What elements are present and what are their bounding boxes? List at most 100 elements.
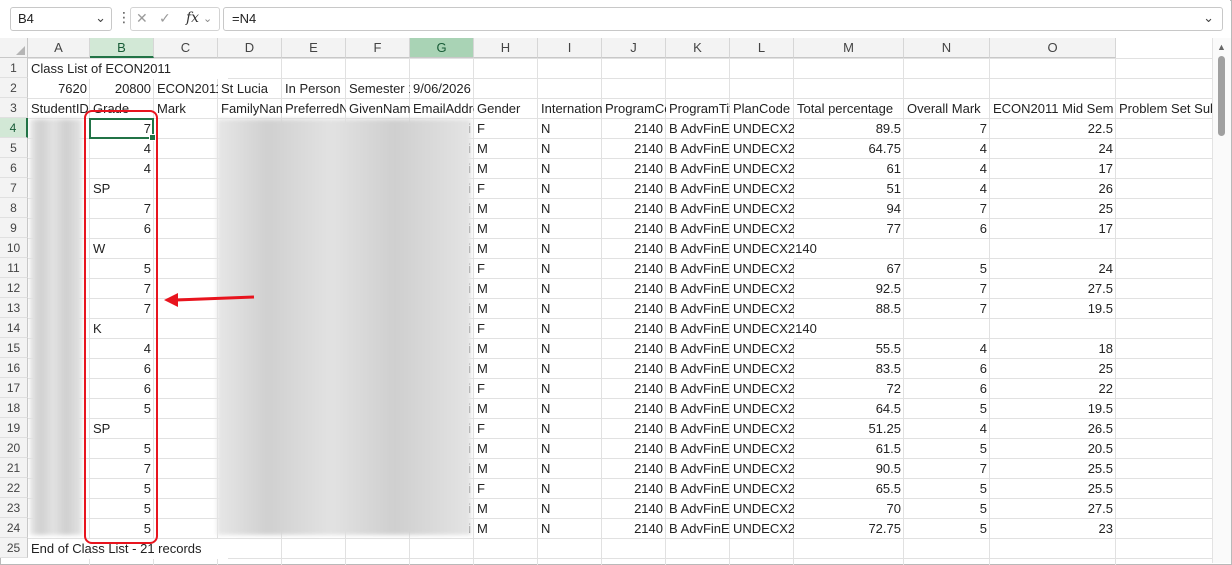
cell[interactable]: M <box>474 239 538 259</box>
column-header-n[interactable]: N <box>904 38 990 58</box>
cell[interactable]: UNDECX21 <box>730 199 794 219</box>
cell[interactable]: B AdvFinEc <box>666 239 730 259</box>
row-header-23[interactable]: 23 <box>0 498 28 518</box>
cell[interactable]: 4 <box>904 139 990 159</box>
cell[interactable]: N <box>538 259 602 279</box>
cell[interactable]: M <box>474 279 538 299</box>
cell[interactable]: 2140 <box>602 279 666 299</box>
cell[interactable]: 2140 <box>602 239 666 259</box>
column-title[interactable]: ProgramCode <box>602 99 666 119</box>
cell[interactable]: M <box>474 399 538 419</box>
cell[interactable]: 24 <box>990 139 1116 159</box>
cell[interactable]: 2140 <box>602 419 666 439</box>
cell[interactable]: F <box>474 259 538 279</box>
cell[interactable]: UNDECX21 <box>730 279 794 299</box>
row-header-9[interactable]: 9 <box>0 218 28 238</box>
vertical-scrollbar[interactable]: ▲ <box>1212 38 1231 563</box>
cell[interactable]: N <box>538 219 602 239</box>
cell[interactable]: 83.5 <box>794 359 904 379</box>
cell[interactable]: 5 <box>904 259 990 279</box>
row-header-6[interactable]: 6 <box>0 158 28 178</box>
cell[interactable]: N <box>538 319 602 339</box>
cell[interactable]: 67 <box>794 259 904 279</box>
cell[interactable]: B AdvFinEc <box>666 299 730 319</box>
cell[interactable]: 7 <box>904 119 990 139</box>
row-header-25[interactable]: 25 <box>0 538 28 558</box>
cell[interactable]: B AdvFinEc <box>666 319 730 339</box>
chevron-down-icon[interactable]: ⌄ <box>203 12 212 25</box>
cell[interactable]: M <box>474 499 538 519</box>
cell[interactable]: N <box>538 159 602 179</box>
cell[interactable]: 20.5 <box>990 439 1116 459</box>
column-header-j[interactable]: J <box>602 38 666 58</box>
cell[interactable]: 22 <box>990 379 1116 399</box>
column-title[interactable]: ProgramTitle <box>666 99 730 119</box>
column-header-f[interactable]: F <box>346 38 410 58</box>
column-title[interactable]: Overall Mark <box>904 99 990 119</box>
cell[interactable]: 6 <box>904 359 990 379</box>
column-title[interactable]: Problem Set Submission <box>1116 99 1212 119</box>
cell[interactable]: 26 <box>990 179 1116 199</box>
cell[interactable]: B AdvFinEc <box>666 499 730 519</box>
cell[interactable]: 27.5 <box>990 279 1116 299</box>
cell[interactable]: M <box>474 299 538 319</box>
cell[interactable]: N <box>538 459 602 479</box>
cell[interactable]: 17 <box>990 159 1116 179</box>
cell[interactable]: B AdvFinEc <box>666 259 730 279</box>
cell[interactable]: UNDECX21 <box>730 179 794 199</box>
column-title[interactable]: PreferredName <box>282 99 346 119</box>
cancel-icon[interactable]: ✕ <box>136 10 148 27</box>
cell[interactable]: St Lucia <box>218 79 282 99</box>
cell[interactable]: N <box>538 519 602 539</box>
cell[interactable]: 94 <box>794 199 904 219</box>
cell[interactable]: B AdvFinEc <box>666 399 730 419</box>
cell[interactable]: UNDECX21 <box>730 439 794 459</box>
cell[interactable]: B AdvFinEc <box>666 159 730 179</box>
row-header-15[interactable]: 15 <box>0 338 28 358</box>
cell[interactable]: 22.5 <box>990 119 1116 139</box>
cell[interactable]: N <box>538 119 602 139</box>
column-header-m[interactable]: M <box>794 38 904 58</box>
cell[interactable]: 89.5 <box>794 119 904 139</box>
column-header-b[interactable]: B <box>90 38 154 58</box>
title-cell[interactable]: Class List of ECON2011 <box>28 59 228 79</box>
cell[interactable]: 70 <box>794 499 904 519</box>
cell[interactable]: N <box>538 399 602 419</box>
cell[interactable]: 65.5 <box>794 479 904 499</box>
select-all-button[interactable] <box>0 38 28 58</box>
cell[interactable]: UNDECX21 <box>730 499 794 519</box>
cell[interactable]: 2140 <box>602 499 666 519</box>
cell[interactable]: 92.5 <box>794 279 904 299</box>
cell[interactable]: 2140 <box>602 319 666 339</box>
cell[interactable]: B AdvFinEc <box>666 119 730 139</box>
column-header-c[interactable]: C <box>154 38 218 58</box>
row-header-20[interactable]: 20 <box>0 438 28 458</box>
cell[interactable]: 23 <box>990 519 1116 539</box>
cell[interactable]: UNDECX21 <box>730 399 794 419</box>
cell[interactable]: UNDECX21 <box>730 299 794 319</box>
cell[interactable]: 2140 <box>602 199 666 219</box>
column-header-d[interactable]: D <box>218 38 282 58</box>
row-header-14[interactable]: 14 <box>0 318 28 338</box>
cell[interactable]: 9/06/2026 <box>410 79 474 99</box>
cell[interactable]: 2140 <box>602 159 666 179</box>
cell[interactable]: 90.5 <box>794 459 904 479</box>
column-header-h[interactable]: H <box>474 38 538 58</box>
chevron-down-icon[interactable]: ⌄ <box>95 10 106 26</box>
cell[interactable]: 2140 <box>602 339 666 359</box>
scrollbar-thumb[interactable] <box>1218 56 1225 136</box>
row-header-22[interactable]: 22 <box>0 478 28 498</box>
cell[interactable]: F <box>474 479 538 499</box>
row-header-21[interactable]: 21 <box>0 458 28 478</box>
row-header-8[interactable]: 8 <box>0 198 28 218</box>
cell[interactable]: F <box>474 379 538 399</box>
column-header-o[interactable]: O <box>990 38 1116 58</box>
row-header-19[interactable]: 19 <box>0 418 28 438</box>
column-title[interactable]: StudentID <box>28 99 90 119</box>
cell[interactable]: 2140 <box>602 219 666 239</box>
cell[interactable]: 2140 <box>602 379 666 399</box>
scroll-up-icon[interactable]: ▲ <box>1217 42 1226 52</box>
cell[interactable]: In Person <box>282 79 346 99</box>
cell[interactable]: ECON2011 <box>154 79 218 99</box>
cell[interactable]: 2140 <box>602 179 666 199</box>
